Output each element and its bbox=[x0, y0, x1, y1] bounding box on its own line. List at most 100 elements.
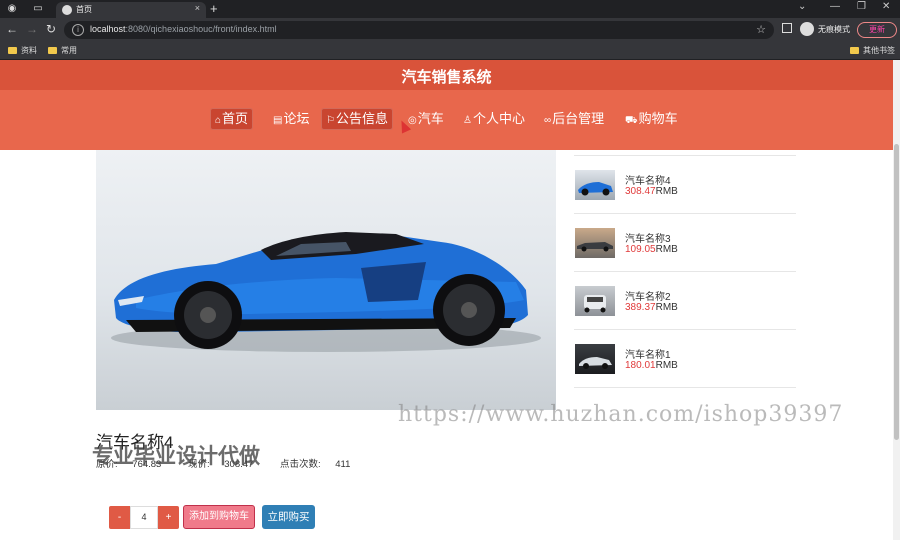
car-thumbnail bbox=[575, 286, 615, 316]
nav-item-announcements[interactable]: ⚐公告信息 bbox=[321, 108, 393, 130]
car-price: 180.01RMB bbox=[625, 360, 678, 371]
product-hero-image bbox=[96, 150, 556, 410]
bookmark-label: 常用 bbox=[61, 46, 77, 55]
car-icon: ◎ bbox=[408, 115, 417, 126]
price-value: 180.01 bbox=[625, 360, 656, 371]
other-bookmarks[interactable]: 其他书签 bbox=[850, 45, 895, 56]
nav-label: 个人中心 bbox=[472, 111, 525, 126]
car-thumbnail bbox=[575, 170, 615, 200]
watermark-url: https://www.huzhan.com/ishop39397 bbox=[398, 402, 844, 427]
site-title: 汽车销售系统 bbox=[401, 69, 492, 86]
price-unit: RMB bbox=[655, 360, 678, 371]
clicks-label: 点击次数: bbox=[279, 459, 321, 470]
bookmark-label: 资料 bbox=[21, 46, 37, 55]
sports-car-image bbox=[111, 232, 541, 352]
price-unit: RMB bbox=[655, 244, 678, 255]
car-price: 389.37RMB bbox=[625, 302, 678, 313]
browser-tab-strip: ◉ ▭ 首页 × + ⌄ — ❐ ✕ bbox=[0, 0, 900, 18]
price-unit: RMB bbox=[655, 186, 678, 197]
list-item[interactable]: 汽车名称4 308.47RMB bbox=[574, 155, 796, 213]
folder-icon bbox=[8, 47, 17, 54]
nav-item-admin[interactable]: ∞后台管理 bbox=[539, 108, 609, 130]
car-name: 汽车名称3 bbox=[625, 234, 671, 245]
user-icon: ♙ bbox=[463, 115, 472, 126]
close-tab-icon[interactable]: × bbox=[195, 3, 200, 13]
close-window-icon[interactable]: ✕ bbox=[882, 1, 890, 12]
forum-icon: ▤ bbox=[273, 115, 283, 126]
tab-list-icon[interactable]: ▭ bbox=[30, 2, 46, 16]
quantity-input[interactable]: 4 bbox=[130, 506, 158, 529]
nav-item-cart[interactable]: ⛟购物车 bbox=[620, 108, 683, 130]
bookmark-label: 其他书签 bbox=[863, 46, 895, 55]
buy-now-button[interactable]: 立即购买 bbox=[262, 505, 315, 529]
nav-label: 后台管理 bbox=[552, 111, 605, 126]
quantity-decrease-button[interactable]: - bbox=[109, 506, 130, 529]
address-bar-row: ← → ↻ i localhost:8080/qichexiaoshouc/fr… bbox=[0, 18, 900, 42]
tab-title: 首页 bbox=[76, 5, 92, 14]
clicks-value: 411 bbox=[335, 459, 351, 470]
minimize-icon[interactable]: — bbox=[830, 1, 840, 12]
car-thumbnail bbox=[575, 228, 615, 258]
list-item[interactable]: 汽车名称2 389.37RMB bbox=[574, 271, 796, 329]
list-divider bbox=[574, 387, 796, 388]
nav-item-home[interactable]: ⌂首页 bbox=[210, 108, 254, 130]
folder-icon bbox=[48, 47, 57, 54]
price-unit: RMB bbox=[655, 302, 678, 313]
site-info-icon[interactable]: i bbox=[72, 24, 84, 36]
bookmark-folder-1[interactable]: 资料 bbox=[8, 45, 37, 56]
restore-icon[interactable]: ❐ bbox=[857, 1, 866, 12]
url-field[interactable]: i localhost:8080/qichexiaoshouc/front/in… bbox=[64, 21, 774, 39]
title-band: 汽车销售系统 bbox=[0, 60, 893, 90]
home-icon: ⌂ bbox=[215, 115, 222, 126]
browser-menu-icon[interactable]: ◉ bbox=[4, 2, 20, 16]
update-button[interactable]: 更新 bbox=[857, 22, 897, 38]
car-thumbnail-image bbox=[577, 242, 613, 252]
nav-label: 汽车 bbox=[417, 111, 444, 126]
site-header: 汽车销售系统 ⌂首页 ▤论坛 ⚐公告信息 ◎汽车 ♙个人中心 ∞后台管理 ⛟购物… bbox=[0, 60, 893, 150]
new-tab-icon[interactable]: + bbox=[210, 1, 218, 16]
car-price: 109.05RMB bbox=[625, 244, 678, 255]
back-icon[interactable]: ← bbox=[6, 22, 18, 36]
car-price: 308.47RMB bbox=[625, 186, 678, 197]
price-value: 109.05 bbox=[625, 244, 656, 255]
incognito-label: 无痕模式 bbox=[818, 25, 850, 34]
list-item[interactable]: 汽车名称3 109.05RMB bbox=[574, 213, 796, 271]
nav-label: 首页 bbox=[222, 111, 249, 126]
quantity-increase-button[interactable]: + bbox=[158, 506, 179, 529]
car-thumbnail-image bbox=[579, 357, 612, 369]
nav-label: 公告信息 bbox=[335, 111, 388, 126]
reload-icon[interactable]: ↻ bbox=[46, 22, 56, 36]
page-scrollbar[interactable] bbox=[893, 60, 900, 540]
car-name: 汽车名称2 bbox=[625, 292, 671, 303]
bookmarks-bar: 资料 常用 其他书签 bbox=[0, 42, 900, 60]
globe-icon bbox=[62, 5, 72, 15]
side-panel-icon[interactable] bbox=[782, 23, 792, 33]
forward-icon[interactable]: → bbox=[26, 22, 38, 36]
cart-icon: ⛟ bbox=[625, 115, 638, 126]
folder-icon bbox=[850, 47, 859, 54]
browser-tab[interactable]: 首页 × bbox=[56, 2, 206, 18]
bookmark-star-icon[interactable]: ☆ bbox=[756, 23, 766, 36]
nav-label: 购物车 bbox=[638, 111, 678, 126]
nav-item-profile[interactable]: ♙个人中心 bbox=[458, 108, 530, 130]
car-name: 汽车名称1 bbox=[625, 350, 671, 361]
url-host: localhost bbox=[90, 24, 126, 34]
add-to-cart-button[interactable]: 添加到购物车 bbox=[183, 505, 255, 529]
car-thumbnail-image bbox=[578, 182, 613, 196]
chevron-down-icon[interactable]: ⌄ bbox=[798, 1, 806, 12]
car-thumbnail bbox=[575, 344, 615, 374]
scrollbar-thumb[interactable] bbox=[894, 144, 899, 440]
car-thumbnail-image bbox=[584, 295, 606, 313]
price-value: 308.47 bbox=[625, 186, 656, 197]
url-path: :8080/qichexiaoshouc/front/index.html bbox=[125, 24, 277, 34]
flag-icon: ⚐ bbox=[326, 115, 335, 126]
list-item[interactable]: 汽车名称1 180.01RMB bbox=[574, 329, 796, 387]
link-icon: ∞ bbox=[544, 115, 552, 126]
bookmark-folder-2[interactable]: 常用 bbox=[48, 45, 77, 56]
car-name: 汽车名称4 bbox=[625, 176, 671, 187]
incognito-icon bbox=[800, 22, 814, 36]
nav-item-forum[interactable]: ▤论坛 bbox=[268, 108, 314, 130]
nav-label: 论坛 bbox=[283, 111, 310, 126]
price-value: 389.37 bbox=[625, 302, 656, 313]
watermark-text: 专业毕业设计代做 bbox=[92, 445, 260, 468]
